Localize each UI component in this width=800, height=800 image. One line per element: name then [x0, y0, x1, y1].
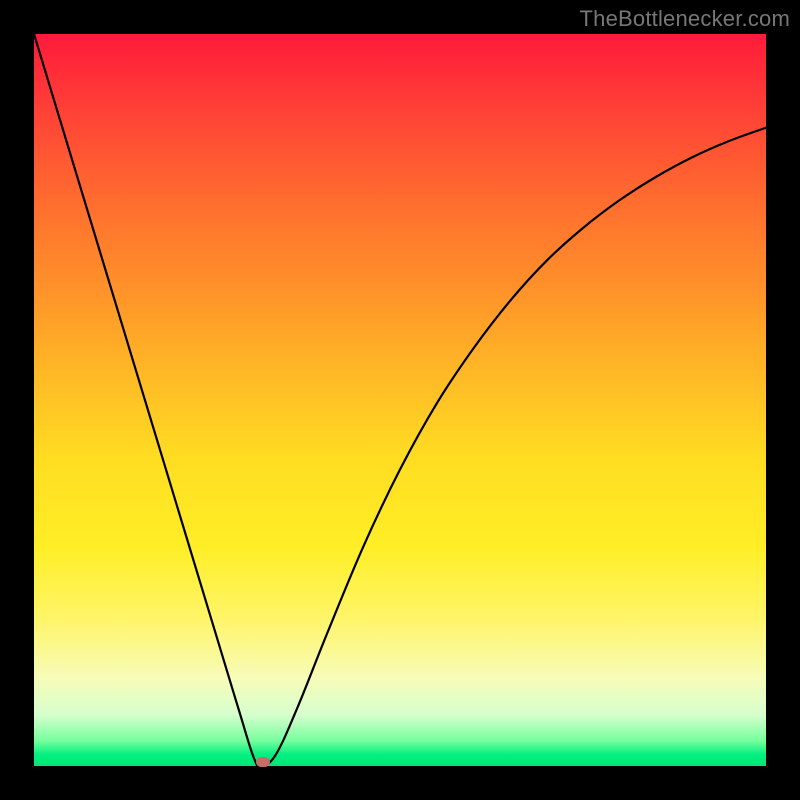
chart-frame: TheBottlenecker.com [0, 0, 800, 800]
optimal-point-marker [256, 757, 270, 767]
bottleneck-curve [34, 34, 766, 766]
plot-area [34, 34, 766, 766]
curve-svg [34, 34, 766, 766]
watermark-text: TheBottlenecker.com [580, 6, 790, 32]
